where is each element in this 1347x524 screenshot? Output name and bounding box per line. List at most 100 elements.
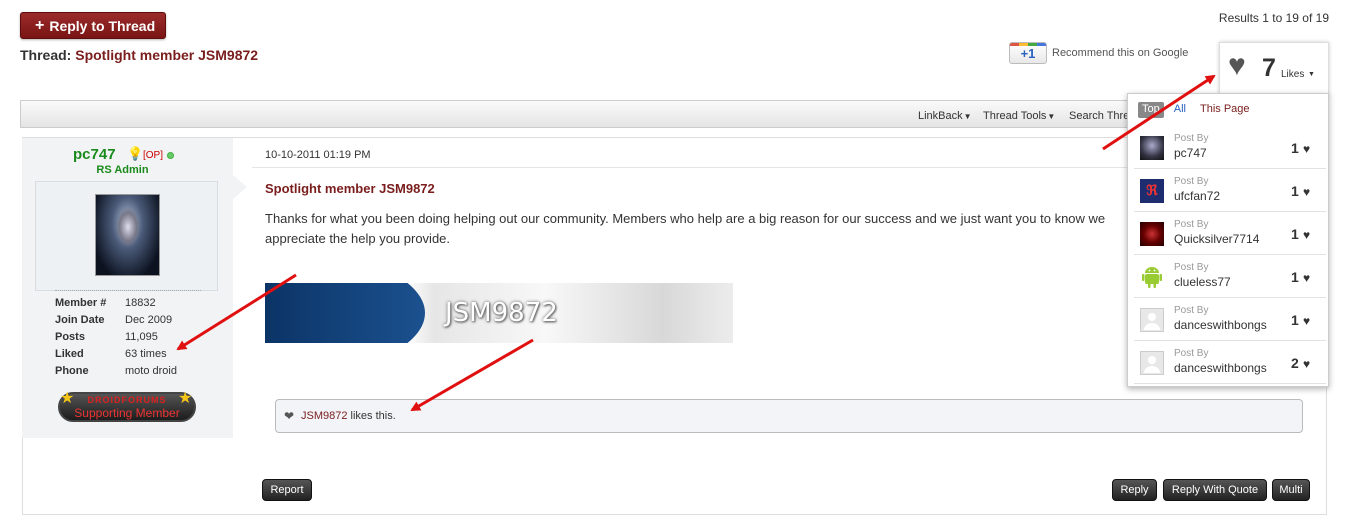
likes-toggle-button[interactable]: ♥ 7 Likes ▼ xyxy=(1219,42,1329,98)
reply-to-thread-label: Reply to Thread xyxy=(49,17,156,34)
heart-icon: ♥ xyxy=(1303,228,1311,242)
likes-dropdown: Top All This Page Post By pc747 1 ♥ ℜ Po… xyxy=(1127,93,1329,387)
heart-icon: ♥ xyxy=(1303,314,1311,328)
stat-label: Phone xyxy=(55,365,89,377)
thread-tools-label: Thread Tools xyxy=(983,110,1047,122)
stat-value: Dec 2009 xyxy=(125,314,173,326)
liker-row[interactable]: Post By Quicksilver7714 1 ♥ xyxy=(1134,213,1326,255)
lightbulb-icon: 💡 xyxy=(127,146,144,161)
post-pointer xyxy=(233,175,247,199)
liker-name: ufcfan72 xyxy=(1174,189,1221,203)
post-by-label: Post By xyxy=(1174,348,1209,359)
android-icon xyxy=(1140,265,1164,289)
post-by-label: Post By xyxy=(1174,176,1209,187)
reply-button[interactable]: Reply xyxy=(1112,479,1157,501)
post-by-label: Post By xyxy=(1174,305,1209,316)
heart-icon: ♥ xyxy=(1303,271,1311,285)
google-plus-one-label: +1 xyxy=(1020,45,1036,61)
thread-tools-menu[interactable]: Thread Tools▼ xyxy=(983,110,1055,122)
avatar xyxy=(1140,136,1164,160)
liker-row[interactable]: Post By clueless77 1 ♥ xyxy=(1134,256,1326,298)
stat-row: Phone moto droid xyxy=(55,365,177,382)
op-tag: [OP] xyxy=(143,150,164,161)
heart-icon: ❤ xyxy=(284,409,295,423)
likes-count: 7 xyxy=(1262,54,1276,82)
google-plus-one-button[interactable]: +1 xyxy=(1009,42,1047,64)
tab-this-page[interactable]: This Page xyxy=(1196,102,1254,118)
chevron-down-icon: ▼ xyxy=(1308,71,1315,78)
default-avatar-icon xyxy=(1140,308,1164,332)
avatar xyxy=(1140,222,1164,246)
like-count: 1 xyxy=(1291,183,1299,199)
thread-name: Spotlight member JSM9872 xyxy=(75,47,259,63)
liker-row[interactable]: Post By pc747 1 ♥ xyxy=(1134,127,1326,169)
username-link[interactable]: pc747 xyxy=(73,146,116,163)
liker-row[interactable]: Post By danceswithbongs 2 ♥ xyxy=(1134,342,1326,384)
stat-value: moto droid xyxy=(125,365,177,377)
user-title: RS Admin xyxy=(96,164,149,176)
reply-to-thread-button[interactable]: + Reply to Thread xyxy=(20,12,166,39)
heart-icon: ♥ xyxy=(1303,185,1311,199)
google-stripe xyxy=(1010,43,1046,46)
likes-text: JSM9872 likes this. xyxy=(301,410,396,422)
avatar: ℜ xyxy=(1140,179,1164,203)
post-title: Spotlight member JSM9872 xyxy=(265,181,435,196)
badge-top-text: DROIDFORUMS xyxy=(87,395,167,405)
chevron-down-icon: ▼ xyxy=(1047,112,1056,121)
heart-icon: ♥ xyxy=(1303,142,1311,156)
likes-tabs: Top All This Page xyxy=(1138,102,1260,118)
stat-row: Liked 63 times xyxy=(55,348,177,365)
divider xyxy=(55,290,201,291)
stat-row: Posts 11,095 xyxy=(55,331,177,348)
heart-icon: ♥ xyxy=(1303,357,1311,371)
stat-label: Member # xyxy=(55,297,107,309)
linkback-menu[interactable]: LinkBack▼ xyxy=(918,110,972,122)
liker-name: clueless77 xyxy=(1174,275,1231,289)
stat-value: 63 times xyxy=(125,348,167,360)
stat-label: Posts xyxy=(55,331,85,343)
likes-label: Likes xyxy=(1281,69,1305,80)
linkback-label: LinkBack xyxy=(918,110,963,122)
post-by-label: Post By xyxy=(1174,219,1209,230)
stat-row: Join Date Dec 2009 xyxy=(55,314,177,331)
like-count: 1 xyxy=(1291,140,1299,156)
star-icon: ★ xyxy=(178,390,193,407)
plus-icon: + xyxy=(35,16,45,34)
signature-banner: JSM9872 xyxy=(265,283,733,343)
post-by-label: Post By xyxy=(1174,133,1209,144)
badge-bottom-text: Supporting Member xyxy=(74,406,180,420)
likes-suffix: likes this. xyxy=(347,410,396,422)
like-count: 1 xyxy=(1291,269,1299,285)
search-thread-label: Search Thre xyxy=(1069,110,1130,122)
tab-top[interactable]: Top xyxy=(1138,102,1164,118)
stat-value: 18832 xyxy=(125,297,156,309)
recommend-google-text: Recommend this on Google xyxy=(1052,47,1189,59)
default-avatar-icon xyxy=(1140,351,1164,375)
like-count: 2 xyxy=(1291,355,1299,371)
signature-text: JSM9872 xyxy=(445,298,558,328)
search-thread-menu[interactable]: Search Thre xyxy=(1069,110,1129,122)
post-body: Thanks for what you been doing helping o… xyxy=(265,211,1106,246)
avatar[interactable] xyxy=(95,194,160,276)
post-likes-box: ❤ JSM9872 likes this. xyxy=(275,399,1303,433)
liker-name: danceswithbongs xyxy=(1174,318,1267,332)
results-count: Results 1 to 19 of 19 xyxy=(1218,11,1329,25)
liker-row[interactable]: Post By danceswithbongs 1 ♥ xyxy=(1134,299,1326,341)
liker-link[interactable]: JSM9872 xyxy=(301,410,347,422)
banner-graphic xyxy=(265,283,425,343)
like-count: 1 xyxy=(1291,226,1299,242)
star-icon: ★ xyxy=(60,390,75,407)
user-stats: Member # 18832 Join Date Dec 2009 Posts 11,… xyxy=(55,297,177,382)
liker-name: Quicksilver7714 xyxy=(1174,232,1260,246)
report-button[interactable]: Report xyxy=(262,479,312,501)
reply-with-quote-button[interactable]: Reply With Quote xyxy=(1163,479,1267,501)
tab-all[interactable]: All xyxy=(1170,102,1190,118)
liker-name: pc747 xyxy=(1174,146,1207,160)
liker-row[interactable]: ℜ Post By ufcfan72 1 ♥ xyxy=(1134,170,1326,212)
multi-quote-button[interactable]: Multi xyxy=(1272,479,1310,501)
post-by-label: Post By xyxy=(1174,262,1209,273)
liker-name: danceswithbongs xyxy=(1174,361,1267,375)
thread-label: Thread: xyxy=(20,47,72,63)
stat-row: Member # 18832 xyxy=(55,297,177,314)
online-status-icon xyxy=(167,152,174,159)
